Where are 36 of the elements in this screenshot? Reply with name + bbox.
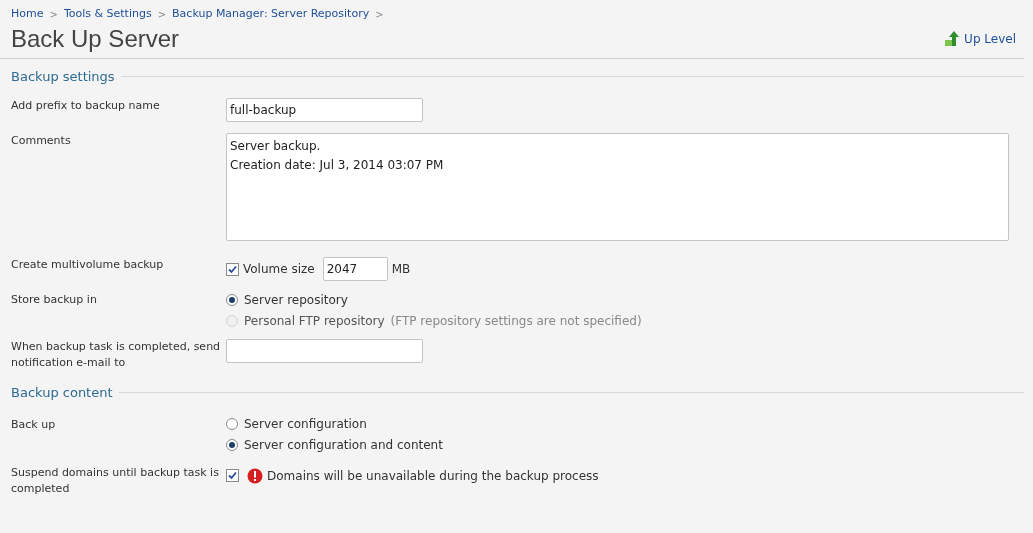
radio-label: Server configuration and content: [244, 437, 443, 454]
breadcrumb-separator: >: [375, 7, 384, 22]
checkbox-label: Volume size: [243, 261, 315, 278]
breadcrumb-link[interactable]: Tools & Settings: [63, 6, 152, 23]
radio-button[interactable]: [226, 293, 238, 306]
up-arrow-icon: [944, 30, 961, 47]
radio-button[interactable]: [226, 418, 238, 430]
radio-button[interactable]: [226, 439, 238, 451]
radio-label: Server repository: [244, 291, 348, 309]
section-heading: Backup content: [11, 384, 113, 402]
breadcrumb-separator: >: [157, 7, 167, 22]
text-field[interactable]: full-backup: [226, 98, 423, 122]
section-heading: Backup settings: [11, 67, 115, 86]
radio-label: Server configuration: [244, 416, 367, 433]
breadcrumb-separator: >: [49, 7, 58, 22]
breadcrumb-link[interactable]: Home: [11, 6, 44, 23]
warning-icon: [247, 467, 263, 484]
comments-field[interactable]: Server backup. Creation date: Jul 3, 2014 03:07 PM: [226, 133, 1009, 241]
unit-label: MB: [391, 261, 411, 278]
checkbox[interactable]: [226, 469, 239, 482]
checkbox[interactable]: [226, 262, 239, 276]
page-title: Back Up Server: [11, 23, 180, 54]
radio-note: (FTP repository settings are not specified): [390, 312, 642, 330]
breadcrumb-link[interactable]: Backup Manager: Server Repository: [172, 6, 370, 23]
text-field[interactable]: [226, 339, 423, 363]
up-level-link[interactable]: Up Level: [944, 29, 1016, 48]
field-label: Create multivolume backup: [10, 257, 165, 273]
field-label: When backup task is completed, send notification e-mail to: [10, 339, 222, 371]
volume-size-field[interactable]: 2047: [322, 257, 388, 281]
field-label: Comments: [10, 133, 72, 149]
radio-label: Personal FTP repository: [244, 312, 385, 330]
field-label: Suspend domains until backup task is completed: [10, 464, 220, 497]
field-label: Store backup in: [10, 292, 98, 308]
warning-message: Domains will be unavailable during the backup process: [267, 467, 599, 485]
field-label: Back up: [10, 416, 57, 433]
field-label: Add prefix to backup name: [10, 98, 161, 114]
